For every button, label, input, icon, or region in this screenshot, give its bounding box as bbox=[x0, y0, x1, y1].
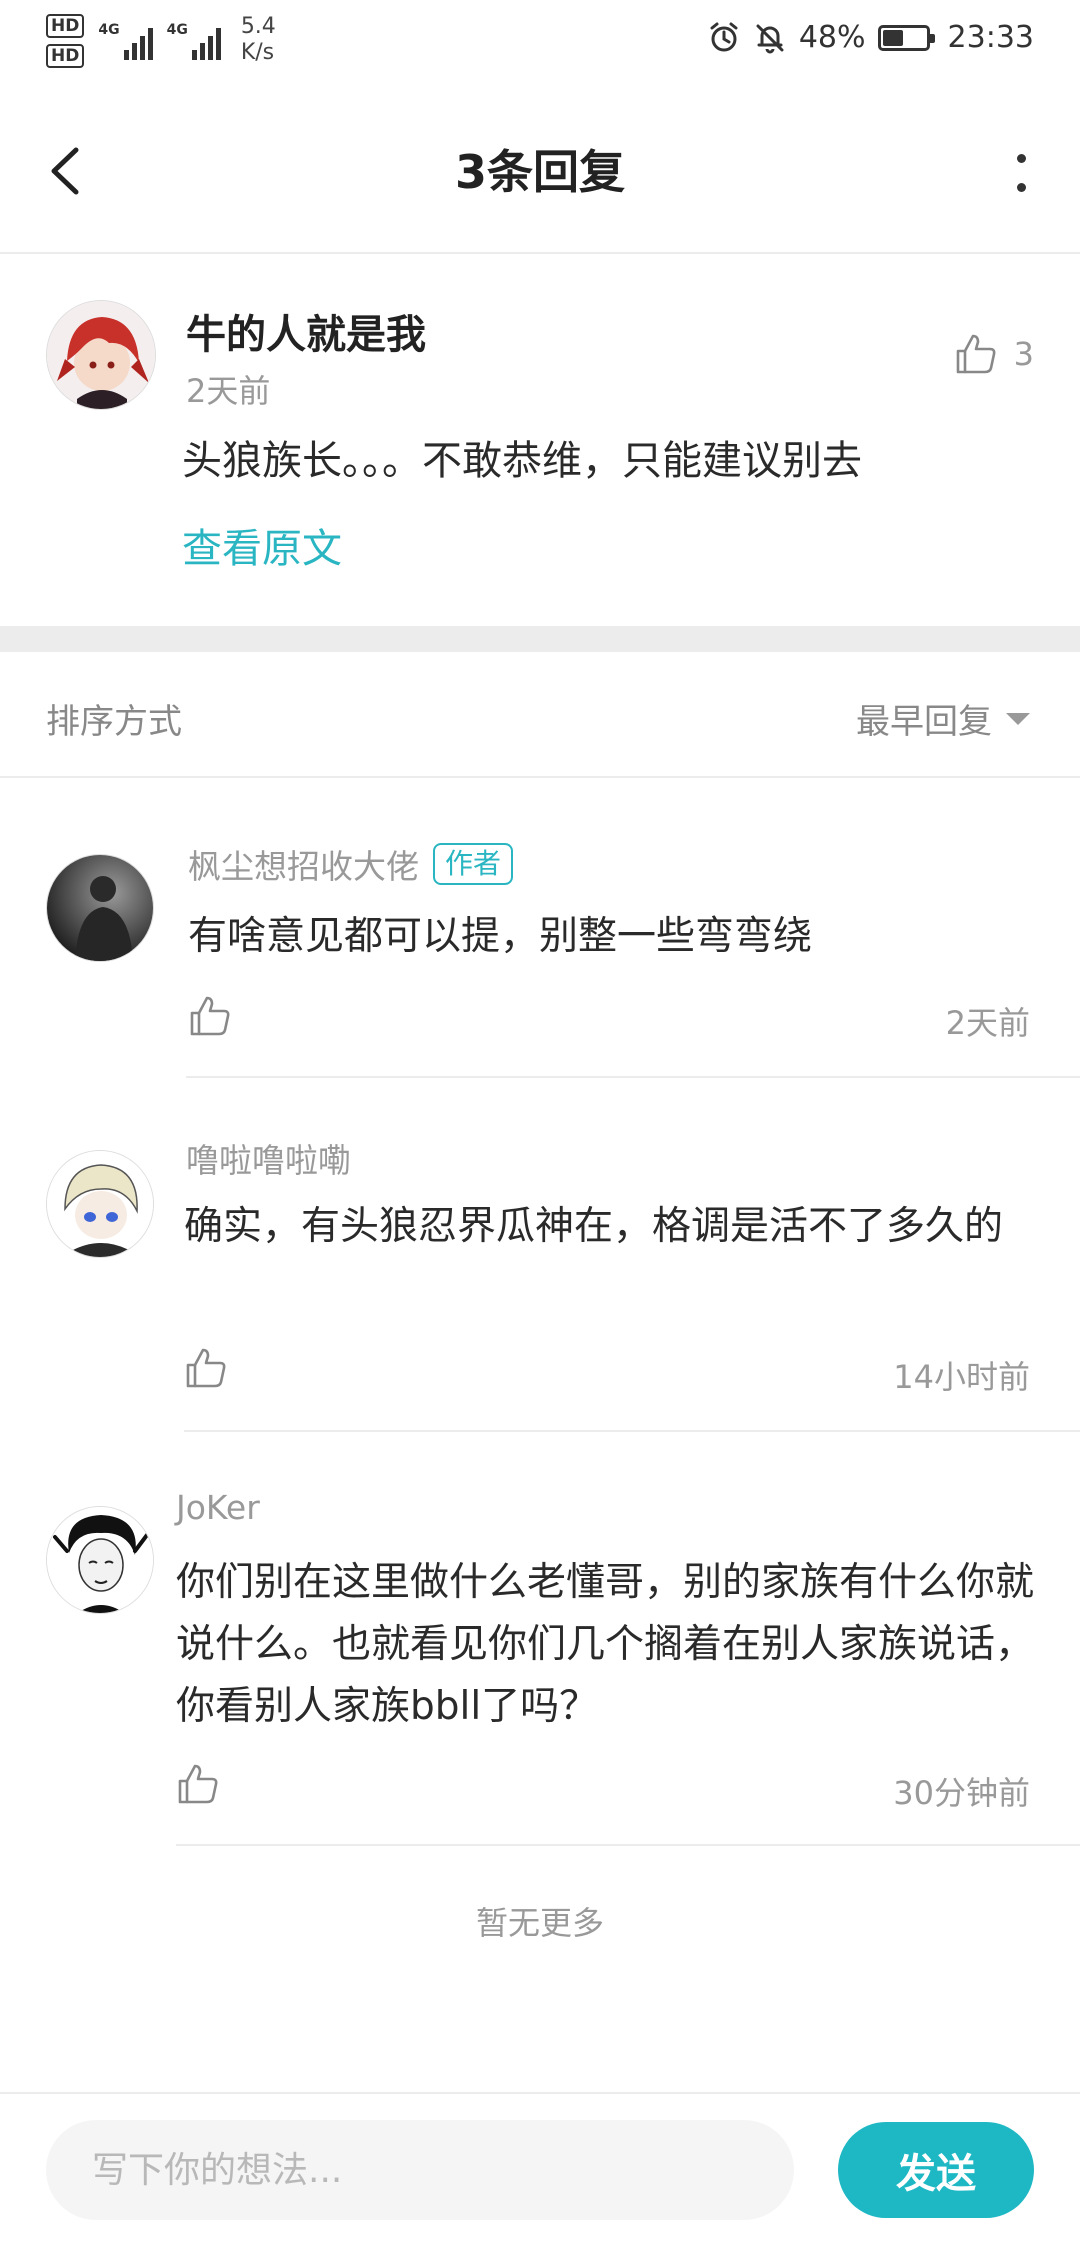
like-button[interactable] bbox=[188, 994, 232, 1042]
sort-bar: 排序方式 最早回复 bbox=[0, 652, 1080, 778]
hd-icon: HD bbox=[46, 44, 85, 68]
alarm-icon bbox=[710, 22, 738, 51]
caret-down-icon bbox=[1006, 712, 1030, 725]
avatar-image bbox=[47, 855, 153, 961]
clock: 23:33 bbox=[947, 20, 1034, 55]
avatar-image bbox=[47, 301, 155, 409]
reply-time: 30分钟前 bbox=[893, 1774, 1030, 1812]
thumbs-up-icon bbox=[190, 996, 230, 1036]
thumbs-up-icon bbox=[186, 1348, 226, 1388]
reply-author-row: 噜啦噜啦嘞 bbox=[186, 1134, 351, 1182]
reply-item: JoKer 你们别在这里做什么老懂哥，别的家族有什么你就说什么。也就看见你们几个… bbox=[0, 1432, 1080, 1846]
divider bbox=[176, 1844, 1080, 1846]
more-vertical-icon bbox=[1016, 154, 1026, 163]
status-bar-right: 48% 23:33 bbox=[707, 20, 1034, 55]
reply-time: 2天前 bbox=[945, 1004, 1030, 1042]
signal-icon: 4G bbox=[167, 14, 221, 60]
avatar-image bbox=[47, 1507, 153, 1613]
battery-percent: 48% bbox=[798, 20, 866, 55]
more-options-button[interactable] bbox=[1006, 148, 1036, 198]
reply-text: 确实，有头狼忍界瓜神在，格调是活不了多久的 bbox=[184, 1204, 1004, 1249]
bell-off-icon bbox=[756, 24, 784, 53]
reply-item: 枫尘想招收大佬 作者 有啥意见都可以提，别整一些弯弯绕 2天前 bbox=[0, 780, 1080, 1080]
send-button[interactable]: 发送 bbox=[838, 2122, 1034, 2218]
no-more-text: 暂无更多 bbox=[475, 1904, 604, 1942]
author-badge: 作者 bbox=[433, 843, 514, 885]
sort-dropdown[interactable]: 最早回复 bbox=[856, 694, 1030, 743]
sort-selected: 最早回复 bbox=[856, 702, 992, 742]
reply-author[interactable]: 枫尘想招收大佬 bbox=[188, 840, 419, 888]
like-button[interactable] bbox=[176, 1762, 220, 1810]
reply-author-row: JoKer bbox=[176, 1488, 260, 1527]
reply-author-row: 枫尘想招收大佬 作者 bbox=[188, 840, 514, 888]
like-button[interactable] bbox=[184, 1346, 228, 1394]
avatar[interactable] bbox=[46, 1506, 154, 1614]
battery-icon bbox=[877, 24, 935, 51]
avatar[interactable] bbox=[46, 300, 156, 410]
reply-item: 噜啦噜啦嘞 确实，有头狼忍界瓜神在，格调是活不了多久的 14小时前 bbox=[0, 1080, 1080, 1432]
view-original-link[interactable]: 查看原文 bbox=[182, 516, 342, 574]
page-title: 3条回复 bbox=[454, 145, 625, 199]
comment-author[interactable]: 牛的人就是我 bbox=[186, 302, 426, 360]
reply-time: 14小时前 bbox=[893, 1358, 1030, 1396]
hd-icon: HD bbox=[46, 14, 85, 38]
like-button[interactable]: 3 bbox=[954, 332, 1034, 376]
section-divider bbox=[0, 626, 1080, 652]
reply-text: 你们别在这里做什么老懂哥，别的家族有什么你就说什么。也就看见你们几个搁着在别人家… bbox=[176, 1560, 1035, 1729]
thumbs-up-icon bbox=[178, 1764, 218, 1804]
divider bbox=[186, 1076, 1080, 1078]
like-count: 3 bbox=[1013, 335, 1034, 373]
reply-bar: 发送 bbox=[0, 2092, 1080, 2244]
comment-time: 2天前 bbox=[186, 372, 271, 410]
signal-icon: 4G bbox=[98, 14, 153, 60]
avatar[interactable] bbox=[46, 1150, 154, 1258]
avatar[interactable] bbox=[46, 854, 154, 962]
reply-text: 有啥意见都可以提，别整一些弯弯绕 bbox=[188, 914, 813, 959]
status-bar-left: HD HD 4G 4G 5.4 K/s bbox=[46, 14, 276, 68]
avatar-image bbox=[47, 1151, 153, 1257]
thumbs-up-icon bbox=[956, 334, 996, 374]
comment-text: 头狼族长。。。不敢恭维，只能建议别去 bbox=[182, 438, 862, 484]
sort-label: 排序方式 bbox=[46, 702, 182, 742]
reply-author[interactable]: JoKer bbox=[176, 1488, 260, 1527]
status-bar: HD HD 4G 4G 5.4 K/s 48% 23:33 bbox=[0, 0, 1080, 86]
network-speed: 5.4 K/s bbox=[240, 14, 276, 65]
reply-input[interactable] bbox=[46, 2120, 794, 2220]
original-comment: 牛的人就是我 2天前 3 头狼族长。。。不敢恭维，只能建议别去 查看原文 bbox=[0, 256, 1080, 626]
app-header: 3条回复 bbox=[0, 86, 1080, 254]
reply-author[interactable]: 噜啦噜啦嘞 bbox=[186, 1134, 351, 1182]
